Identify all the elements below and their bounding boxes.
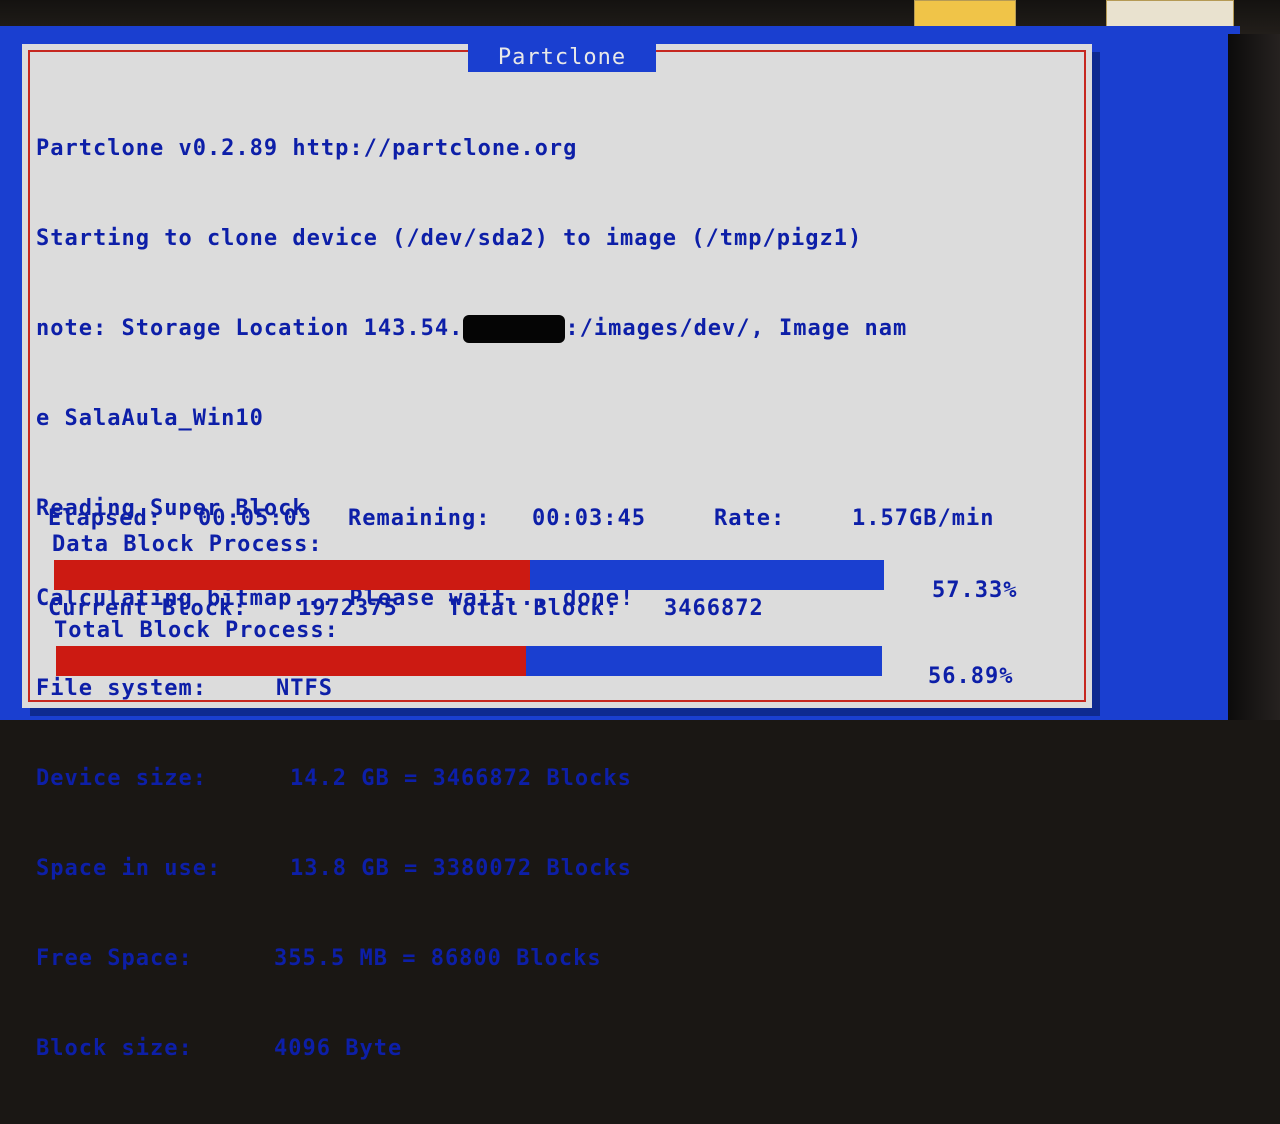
- inuse-label: Space in use:: [36, 856, 222, 881]
- elapsed-label: Elapsed:: [48, 506, 162, 531]
- rate-value: 1.57GB/min: [852, 506, 995, 531]
- rate-label: Rate:: [714, 506, 786, 531]
- total-block-process-label: Total Block Process:: [54, 618, 339, 643]
- asset-tag-sticker: [1106, 0, 1234, 28]
- remaining-value: 00:03:45: [532, 506, 646, 531]
- info-row-device: Device size: 14.2 GB = 3466872 Blocks: [36, 764, 1086, 794]
- blocksize-value: 4096 Byte: [274, 1036, 403, 1061]
- data-block-process-label: Data Block Process:: [52, 532, 323, 557]
- data-block-progress-fill: [54, 560, 530, 590]
- total-block-progress-fill: [56, 646, 526, 676]
- partclone-dialog: Partclone Partclone v0.2.89 http://partc…: [22, 44, 1092, 1061]
- screen: Partclone Partclone v0.2.89 http://partc…: [0, 26, 1240, 1061]
- log-line-storage: note: Storage Location 143.54. :/images/d…: [36, 314, 1086, 344]
- total-block-label: Total Block:: [448, 596, 619, 621]
- info-row-blocksize: Block size: 4096 Byte: [36, 1034, 1086, 1064]
- remaining-label: Remaining:: [348, 506, 491, 531]
- inuse-value: 13.8 GB = 3380072 Blocks: [290, 856, 632, 881]
- free-label: Free Space:: [36, 946, 193, 971]
- data-block-percent: 57.33%: [932, 578, 1018, 603]
- data-block-progress-bar: [54, 560, 884, 590]
- device-value: 14.2 GB = 3466872 Blocks: [290, 766, 632, 791]
- info-row-free: Free Space: 355.5 MB = 86800 Blocks: [36, 944, 1086, 974]
- elapsed-value: 00:05:03: [198, 506, 312, 531]
- total-block-percent: 56.89%: [928, 664, 1014, 689]
- total-block-value: 3466872: [664, 596, 764, 621]
- free-value: 355.5 MB = 86800 Blocks: [274, 946, 602, 971]
- log-line-starting: Starting to clone device (/dev/sda2) to …: [36, 226, 863, 251]
- stats-row-time: Elapsed: 00:05:03 Remaining: 00:03:45 Ra…: [48, 504, 1088, 534]
- monitor-bezel-right: [1228, 34, 1280, 720]
- storage-location-prefix: note: Storage Location 143.54.: [36, 316, 464, 341]
- redacted-block: [463, 315, 566, 343]
- log-line-image-name: e SalaAula_Win10: [36, 406, 264, 431]
- dialog-title: Partclone: [468, 44, 656, 72]
- info-row-inuse: Space in use: 13.8 GB = 3380072 Blocks: [36, 854, 1086, 884]
- monitor-sticker-label: [914, 0, 1016, 28]
- storage-location-suffix: :/images/dev/, Image nam: [565, 316, 908, 341]
- log-line-version: Partclone v0.2.89 http://partclone.org: [36, 136, 578, 161]
- blocksize-label: Block size:: [36, 1036, 193, 1061]
- total-block-progress-bar: [56, 646, 882, 676]
